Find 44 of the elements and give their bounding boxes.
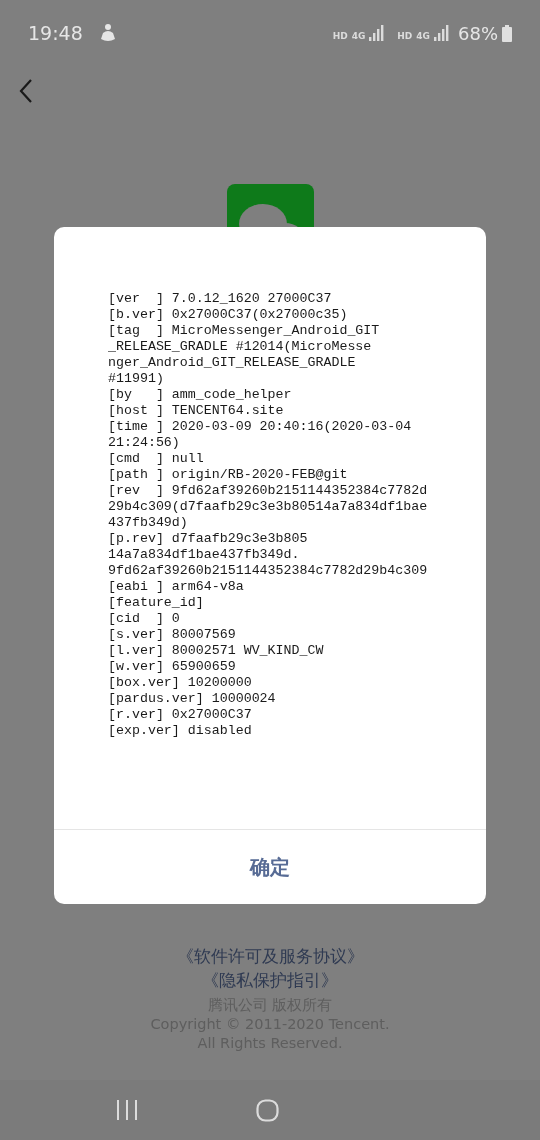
log-line: [host ] TENCENT64.site [108,403,284,419]
hd-label: HD [332,32,348,41]
log-line: 29b4c309(d7faafb29c3e3b80514a7a834df1bae [108,499,428,515]
battery-icon [502,24,512,42]
log-line: _RELEASE_GRADLE #12014(MicroMesse [108,339,372,355]
log-line: [path ] origin/RB-2020-FEB@git [108,467,348,483]
log-line: 21:24:56) [108,435,180,451]
log-line: 9fd62af39260b2151144352384c7782d29b4c309 [108,563,428,579]
recent-apps-icon[interactable] [116,1100,138,1120]
log-line: 14a7a834df1bae437fb349d. [108,547,300,563]
battery-percent: 68% [458,21,498,46]
log-line: #11991) [108,371,164,387]
log-line: [rev ] 9fd62af39260b2151144352384c7782d [108,483,428,499]
status-time: 19:48 [28,20,83,46]
network-type: 4G [416,32,430,41]
log-line: [by ] amm_code_helper [108,387,292,403]
hd-label: HD [397,32,413,41]
log-line: [p.rev] d7faafb29c3e3b805 [108,531,308,547]
log-line: [w.ver] 65900659 [108,659,236,675]
log-line: [box.ver] 10200000 [108,675,252,691]
log-line: [b.ver] 0x27000C37(0x27000c35) [108,307,348,323]
home-icon[interactable] [256,1098,279,1122]
log-line: [feature_id] [108,595,204,611]
log-line: [r.ver] 0x27000C37 [108,707,252,723]
log-line: [tag ] MicroMessenger_Android_GIT [108,323,380,339]
log-line: [cid ] 0 [108,611,180,627]
log-line: [cmd ] null [108,451,204,467]
log-line: 437fb349d) [108,515,188,531]
agreement-link[interactable]: 《隐私保护指引》 [202,968,338,992]
log-line: [l.ver] 80002571 WV_KIND_CW [108,643,324,659]
notification-icon [98,23,117,43]
agreement-link[interactable]: 《软件许可及服务协议》 [176,944,364,968]
log-line: [pardus.ver] 10000024 [108,691,276,707]
log-line: [ver ] 7.0.12_1620 27000C37 [108,291,332,307]
network-type: 4G [351,32,366,41]
log-line: nger_Android_GIT_RELEASE_GRADLE [108,355,356,371]
log-line: [exp.ver] disabled [108,723,252,739]
log-line: [eabi ] arm64-v8a [108,579,244,595]
log-line: [time ] 2020-03-09 20:40:16(2020-03-04 [108,419,412,435]
log-line: [s.ver] 80007569 [108,627,236,643]
back-icon[interactable] [18,78,34,104]
signal-icon [434,25,450,41]
signal-icon [369,25,386,41]
confirm-button[interactable]: 确定 [54,829,486,904]
